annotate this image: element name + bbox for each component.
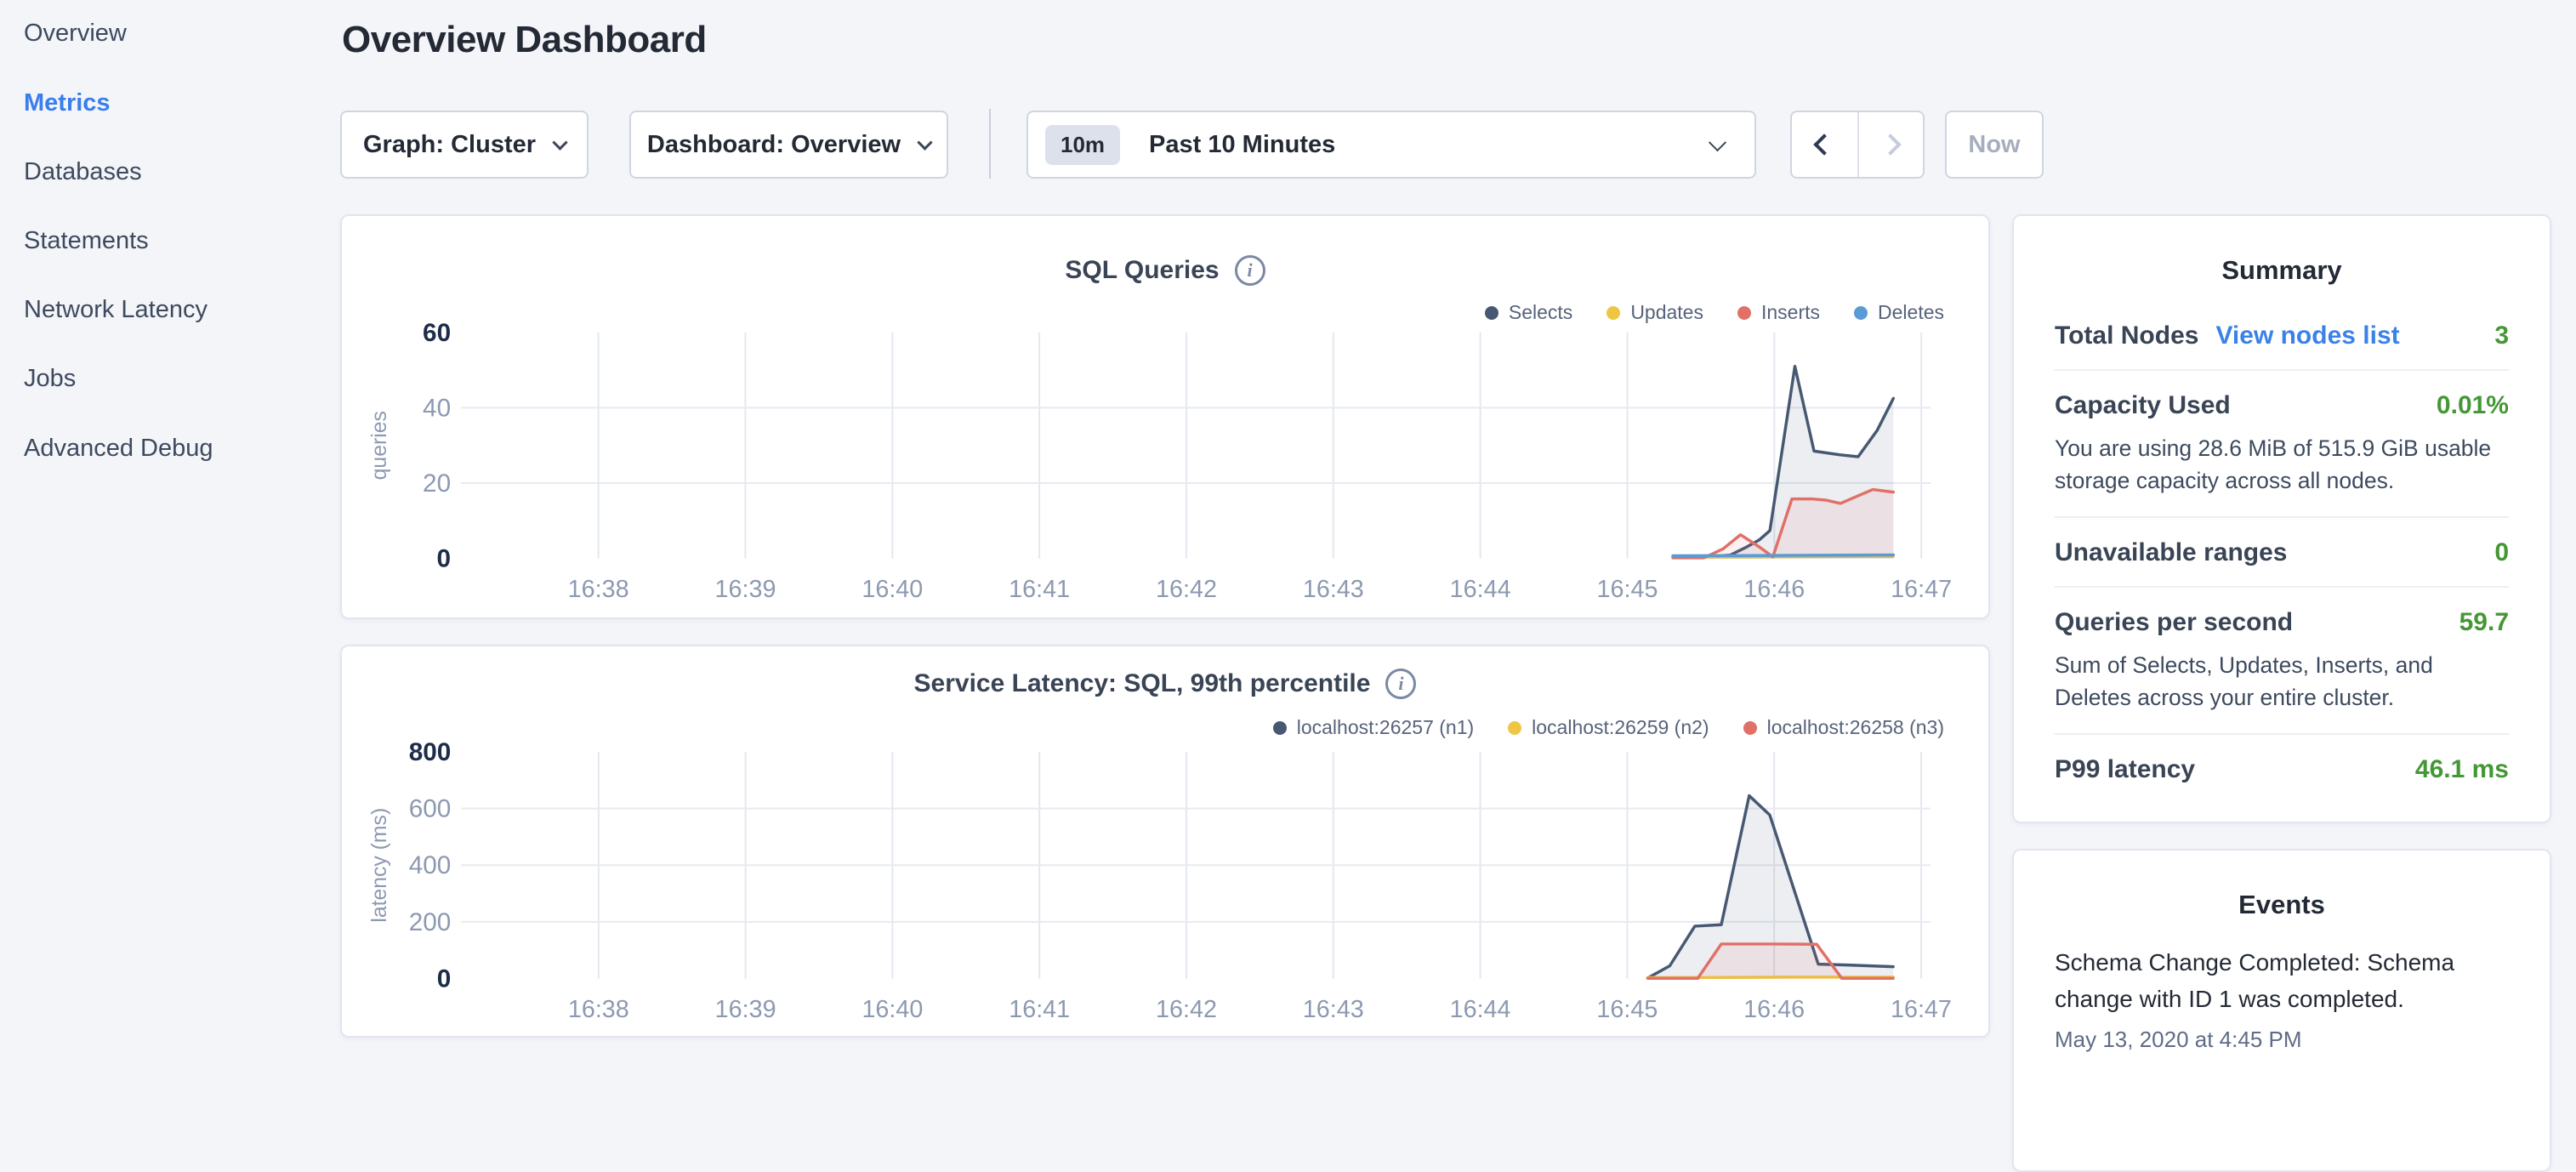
page-title: Overview Dashboard (342, 19, 707, 61)
summary-row-label: Total Nodes (2055, 321, 2198, 350)
time-step-group (1790, 111, 1925, 179)
svg-text:16:40: 16:40 (862, 996, 923, 1023)
service-latency-chart[interactable]: 16:38 16:39 16:40 16:41 16:42 16:43 16:44 16:45… (342, 646, 1988, 1036)
svg-text:16:41: 16:41 (1009, 996, 1070, 1023)
summary-row-label: P99 latency (2055, 755, 2195, 784)
svg-text:0: 0 (437, 545, 452, 573)
summary-row-value: 46.1 ms (2415, 755, 2509, 784)
chevron-down-icon (917, 134, 932, 150)
time-range-label: Past 10 Minutes (1149, 131, 1335, 159)
summary-row-label: Queries per second (2055, 608, 2293, 637)
now-button[interactable]: Now (1945, 111, 2044, 179)
dashboard-label: Dashboard: Overview (647, 131, 901, 159)
svg-text:16:47: 16:47 (1891, 576, 1952, 603)
sidebar: Overview Metrics Databases Statements Ne… (0, 0, 333, 1051)
svg-text:16:44: 16:44 (1450, 576, 1511, 603)
chevron-down-icon (552, 134, 567, 150)
graph-scope-label: Graph: Cluster (363, 131, 536, 159)
dashboard-dropdown[interactable]: Dashboard: Overview (629, 111, 948, 179)
chevron-down-icon (1709, 134, 1726, 151)
sidebar-item-metrics[interactable]: Metrics (24, 85, 111, 121)
summary-row-total-nodes: Total Nodes View nodes list 3 (2055, 301, 2509, 371)
sidebar-item-jobs[interactable]: Jobs (24, 361, 76, 396)
graph-scope-dropdown[interactable]: Graph: Cluster (340, 111, 589, 179)
summary-row-value: 0 (2494, 538, 2509, 567)
summary-row-capacity-used: Capacity Used 0.01% You are using 28.6 M… (2055, 371, 2509, 518)
events-title: Events (2055, 890, 2509, 920)
svg-text:200: 200 (409, 908, 452, 936)
summary-panel: Summary Total Nodes View nodes list 3 Ca… (2012, 214, 2551, 823)
svg-text:0: 0 (437, 965, 452, 993)
event-list-item[interactable]: Schema Change Completed: Schema change w… (2055, 944, 2509, 1053)
summary-row-unavailable-ranges: Unavailable ranges 0 (2055, 518, 2509, 588)
svg-text:16:43: 16:43 (1303, 576, 1364, 603)
sidebar-item-statements[interactable]: Statements (24, 223, 149, 259)
svg-text:16:44: 16:44 (1450, 996, 1511, 1023)
svg-text:600: 600 (409, 794, 452, 822)
svg-text:16:39: 16:39 (715, 576, 776, 603)
svg-text:16:42: 16:42 (1156, 996, 1217, 1023)
event-text: Schema Change Completed: Schema change w… (2055, 944, 2509, 1018)
sidebar-item-advanced-debug[interactable]: Advanced Debug (24, 430, 213, 466)
svg-text:16:46: 16:46 (1743, 996, 1805, 1023)
time-range-dropdown[interactable]: 10m Past 10 Minutes (1026, 111, 1756, 179)
time-range-badge: 10m (1045, 125, 1120, 165)
summary-row-label: Unavailable ranges (2055, 538, 2287, 567)
svg-text:60: 60 (423, 319, 451, 347)
svg-text:queries: queries (368, 411, 391, 480)
sidebar-item-network-latency[interactable]: Network Latency (24, 292, 208, 327)
svg-text:20: 20 (423, 469, 451, 498)
svg-text:800: 800 (409, 738, 452, 766)
sql-queries-chart-card: SQL Queries i SelectsUpdatesInsertsDelet… (340, 214, 1990, 619)
sidebar-item-overview[interactable]: Overview (24, 15, 127, 51)
svg-text:16:43: 16:43 (1303, 996, 1364, 1023)
summary-row-queries-per-second: Queries per second 59.7 Sum of Selects, … (2055, 588, 2509, 735)
service-latency-chart-card: Service Latency: SQL, 99th percentile i … (340, 645, 1990, 1038)
summary-row-value: 0.01% (2437, 391, 2509, 420)
view-nodes-list-link[interactable]: View nodes list (2215, 321, 2399, 350)
events-panel: Events Schema Change Completed: Schema c… (2012, 849, 2551, 1172)
summary-row-label: Capacity Used (2055, 391, 2231, 420)
summary-row-value: 3 (2494, 321, 2509, 350)
summary-row-description: You are using 28.6 MiB of 515.9 GiB usab… (2055, 432, 2509, 498)
chevron-right-icon (1880, 134, 1902, 155)
summary-row-p99-latency: P99 latency 46.1 ms (2055, 735, 2509, 803)
svg-text:16:40: 16:40 (862, 576, 923, 603)
summary-row-description: Sum of Selects, Updates, Inserts, and De… (2055, 649, 2509, 714)
svg-text:16:45: 16:45 (1596, 996, 1658, 1023)
svg-text:16:38: 16:38 (568, 996, 629, 1023)
sidebar-item-databases[interactable]: Databases (24, 154, 142, 190)
now-button-label: Now (1968, 131, 2020, 159)
toolbar-divider (989, 109, 991, 179)
svg-text:16:39: 16:39 (715, 996, 776, 1023)
time-step-forward-button[interactable] (1857, 112, 1923, 177)
sql-queries-chart[interactable]: 16:38 16:39 16:40 16:41 16:42 16:43 16:44 16:45… (342, 216, 1988, 617)
summary-row-value: 59.7 (2459, 608, 2509, 637)
svg-text:40: 40 (423, 394, 451, 422)
svg-text:16:38: 16:38 (568, 576, 629, 603)
svg-text:16:42: 16:42 (1156, 576, 1217, 603)
svg-text:400: 400 (409, 851, 452, 879)
svg-text:16:46: 16:46 (1743, 576, 1805, 603)
svg-text:16:41: 16:41 (1009, 576, 1070, 603)
svg-text:16:45: 16:45 (1597, 576, 1658, 603)
event-timestamp: May 13, 2020 at 4:45 PM (2055, 1027, 2509, 1053)
chevron-left-icon (1814, 134, 1835, 155)
svg-text:16:47: 16:47 (1891, 996, 1952, 1023)
time-step-back-button[interactable] (1792, 112, 1857, 177)
summary-title: Summary (2055, 255, 2509, 286)
svg-text:latency (ms): latency (ms) (368, 808, 391, 923)
